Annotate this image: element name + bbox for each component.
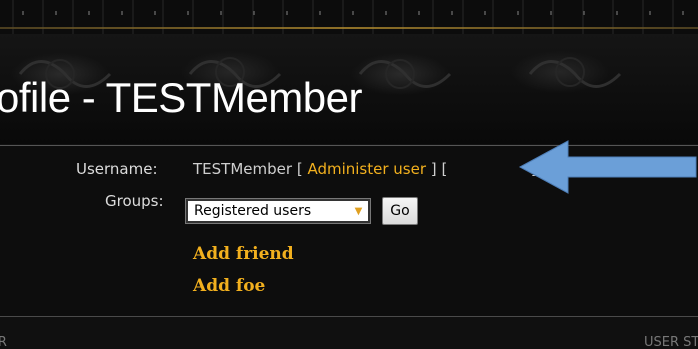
username-value: TESTMember [193,160,293,178]
groups-select-value: Registered users [194,203,312,219]
footer-bar: IR USER ST [0,317,698,349]
gold-rule [0,27,698,29]
bracket-open: [ [296,160,303,178]
page-title: ofile - TESTMember [0,74,363,121]
footer-left-text: IR [0,335,7,349]
go-button[interactable]: Go [382,197,418,225]
groups-label: Groups: [105,192,164,210]
administer-user-link[interactable]: Administer user [307,160,426,178]
bracket-close: ] [430,160,437,178]
top-ornament-strip [0,0,698,35]
chevron-down-icon[interactable]: ▼ [351,204,366,219]
bracket-open-2: [ [441,160,448,178]
add-foe-link[interactable]: Add foe [193,276,265,296]
footer-right-text: USER ST [644,335,698,349]
ornament-dashes [0,11,698,15]
profile-page: ofile - TESTMember Username: TESTMember … [0,0,698,349]
add-friend-link[interactable]: Add friend [193,244,294,264]
groups-select[interactable]: Registered users ▼ [185,198,371,224]
arrow-left-icon [518,140,697,194]
username-label: Username: [76,160,158,178]
username-row: TESTMember [ Administer user ] [ ] [193,160,537,178]
